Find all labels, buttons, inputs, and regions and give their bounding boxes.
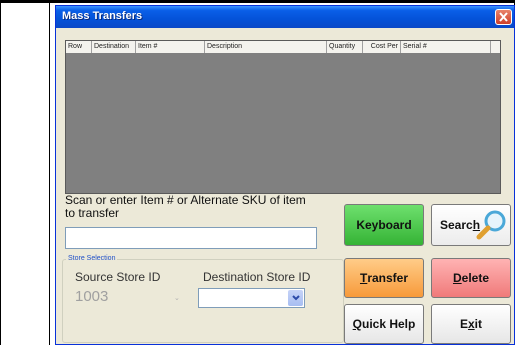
scan-item-label: Scan or enter Item # or Alternate SKU of… (65, 193, 306, 220)
quick-help-label-rest: uick Help (361, 317, 416, 331)
delete-button[interactable]: Delete (431, 258, 511, 298)
column-header-row[interactable]: Row (66, 41, 92, 53)
transfer-label-mnemonic: T (359, 271, 368, 285)
source-store-label: Source Store ID (75, 270, 161, 284)
destination-store-select[interactable] (198, 288, 305, 308)
exit-label-pre: E (459, 317, 468, 331)
destination-store-label: Destination Store ID (203, 270, 311, 284)
column-header-quantity[interactable]: Quantity (327, 41, 363, 53)
search-label-pre: Searc (440, 218, 473, 232)
transfer-items-grid[interactable]: Row Destination Item # Description Quant… (65, 40, 501, 194)
mass-transfers-window: Mass Transfers Row Destination Item # De… (55, 5, 515, 345)
title-bar[interactable]: Mass Transfers (56, 6, 514, 28)
column-header-description[interactable]: Description (205, 41, 327, 53)
window-title: Mass Transfers (62, 10, 143, 22)
chevron-down-icon: ⌄ (174, 295, 180, 302)
exit-button[interactable]: Ex it (431, 304, 511, 344)
column-header-destination[interactable]: Destination (92, 41, 136, 53)
search-button[interactable]: Searc h (431, 204, 511, 246)
store-selection-legend: Store Selection (66, 255, 118, 262)
source-store-select: 1003 (75, 288, 109, 305)
close-icon (499, 12, 508, 22)
quick-help-button[interactable]: Quick Help (344, 304, 424, 344)
column-header-serial-number[interactable]: Serial # (401, 41, 491, 53)
delete-label-rest: elete (461, 271, 490, 285)
quick-help-label-mnemonic: Q (352, 317, 362, 331)
dropdown-arrow-button[interactable] (288, 290, 303, 306)
close-button[interactable] (495, 9, 512, 25)
exit-label-post: it (474, 317, 483, 331)
delete-label-mnemonic: D (452, 271, 462, 285)
transfer-button[interactable]: Transfer (344, 258, 424, 298)
grid-header: Row Destination Item # Description Quant… (66, 41, 500, 53)
column-header-item-number[interactable]: Item # (136, 41, 205, 53)
magnifier-icon (476, 210, 506, 240)
document-column-divider (49, 0, 50, 345)
exit-label-mnemonic: x (467, 317, 475, 331)
column-header-cost-per[interactable]: Cost Per (363, 41, 401, 53)
transfer-label-rest: ransfer (367, 271, 409, 285)
chevron-down-icon (292, 295, 300, 301)
scan-item-input[interactable] (65, 227, 317, 249)
keyboard-button[interactable]: Keyboard (344, 204, 424, 246)
